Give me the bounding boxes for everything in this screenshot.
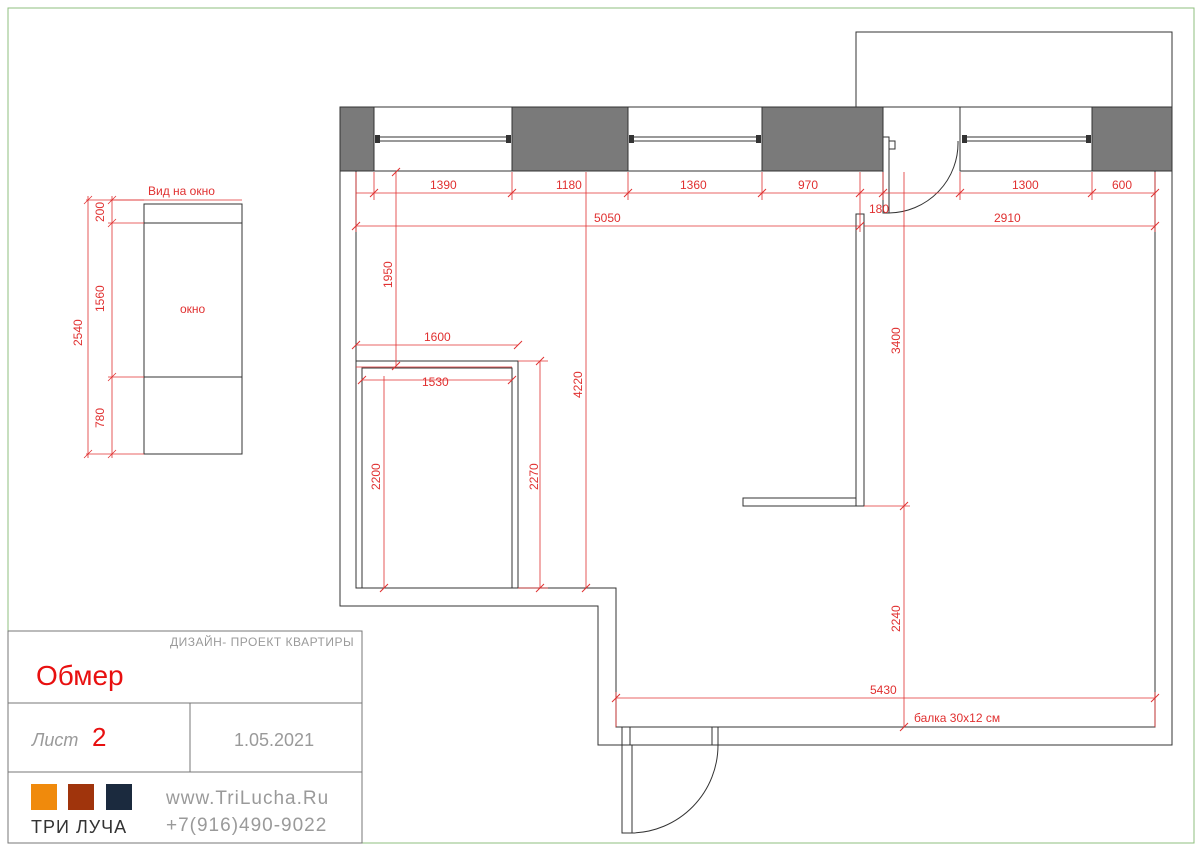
window-detail: Вид на окно окно 200 1560 780 2540 [71,184,243,459]
dim-4220: 4220 [571,371,585,398]
window-label: окно [180,302,206,316]
plan-walls [339,31,1173,834]
partition-wall [855,213,865,507]
phone[interactable]: +7(916)490-9022 [166,815,327,837]
dim-overall-2910: 2910 [994,211,1021,225]
dim-top-1360: 1360 [680,178,707,192]
outer-wall [339,171,1173,746]
brand-name: ТРИ ЛУЧА [31,817,128,837]
dim-overall-5050: 5050 [594,211,621,225]
wall-pier-3 [761,106,884,172]
dim-3400: 3400 [889,327,903,354]
dim-1600: 1600 [424,330,451,344]
dim-2270: 2270 [527,463,541,490]
dim-top-1300: 1300 [1012,178,1039,192]
sheet-label: Лист [32,730,79,750]
wall-pier-1 [339,106,375,172]
window-dim-1560: 1560 [93,285,107,312]
wall-pier-4 [1091,106,1173,172]
window-dim-780: 780 [93,408,107,428]
brand-swatch-navy [106,784,132,810]
window-outline [143,203,243,455]
sheet-number: 2 [92,722,107,752]
brand-swatch-rust [68,784,94,810]
dim-2240: 2240 [889,605,903,632]
project-label: ДИЗАЙН- ПРОЕКТ КВАРТИРЫ [170,635,355,649]
window-detail-title: Вид на окно [148,184,215,198]
wardrobe-inner [361,367,513,589]
wall-pier-2 [511,106,629,172]
date: 1.05.2021 [234,730,315,750]
dim-top-600: 600 [1112,178,1132,192]
dim-2200: 2200 [369,463,383,490]
dim-1530: 1530 [422,375,449,389]
balcony [855,31,1173,108]
website[interactable]: www.TriLucha.Ru [166,788,329,810]
partition-stub [742,497,857,507]
sheet-title: Обмер [36,660,124,691]
window-dim-200: 200 [93,202,107,222]
dim-top-1390: 1390 [430,178,457,192]
beam-note: балка 30х12 см [914,711,1000,725]
floor-plan-drawing: Вид на окно окно 200 1560 780 2540 1390 … [7,7,1195,844]
dim-1950: 1950 [381,261,395,288]
window-dim-2540: 2540 [71,319,85,346]
dim-top-970: 970 [798,178,818,192]
inner-wall [355,171,1156,728]
dim-5430: 5430 [870,683,897,697]
dim-top-1180: 1180 [556,178,582,192]
plan-dimension-lines [351,167,1160,732]
dim-door-180: 180 [869,202,889,216]
brand-swatch-orange [31,784,57,810]
